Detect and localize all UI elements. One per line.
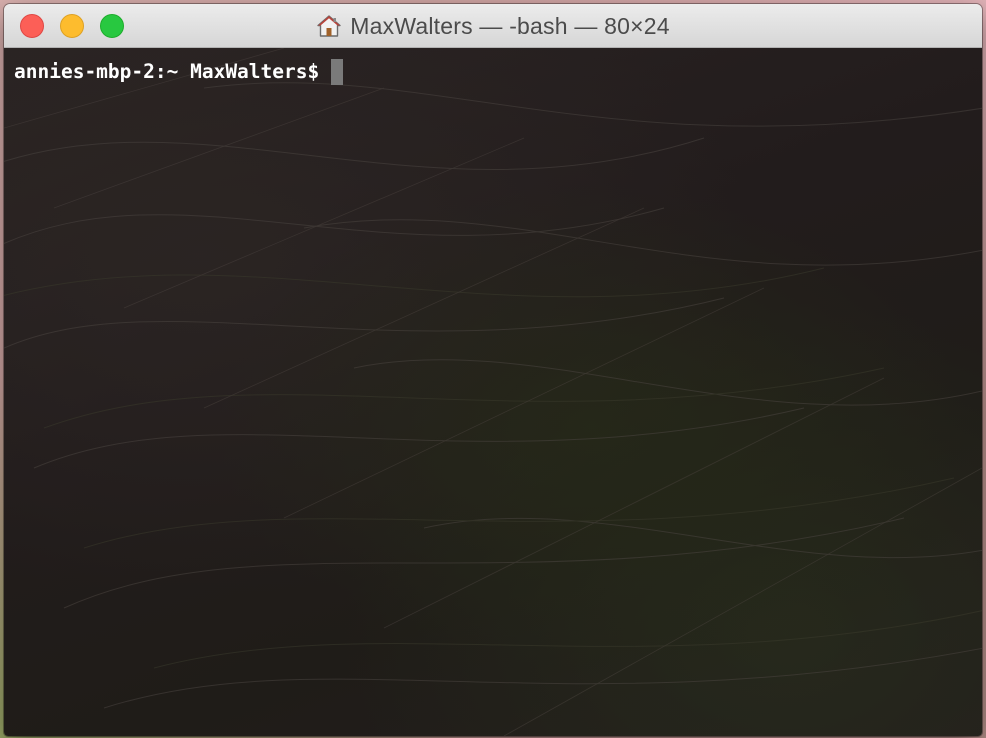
terminal-content-area[interactable]: annies-mbp-2:~ MaxWalters$ [4, 48, 982, 736]
minimize-button[interactable] [60, 14, 84, 38]
close-button[interactable] [20, 14, 44, 38]
background-texture [4, 48, 982, 736]
shell-prompt: annies-mbp-2:~ MaxWalters$ [14, 60, 320, 83]
home-folder-icon[interactable] [316, 13, 342, 39]
prompt-line[interactable]: annies-mbp-2:~ MaxWalters$ [14, 59, 344, 85]
terminal-window: MaxWalters — -bash — 80×24 annies-mbp-2:… [4, 4, 982, 736]
title-bar[interactable]: MaxWalters — -bash — 80×24 [4, 4, 982, 48]
text-cursor [331, 59, 344, 85]
window-title-group: MaxWalters — -bash — 80×24 [4, 4, 982, 48]
zoom-button[interactable] [100, 14, 124, 38]
window-title: MaxWalters — -bash — 80×24 [350, 12, 670, 39]
